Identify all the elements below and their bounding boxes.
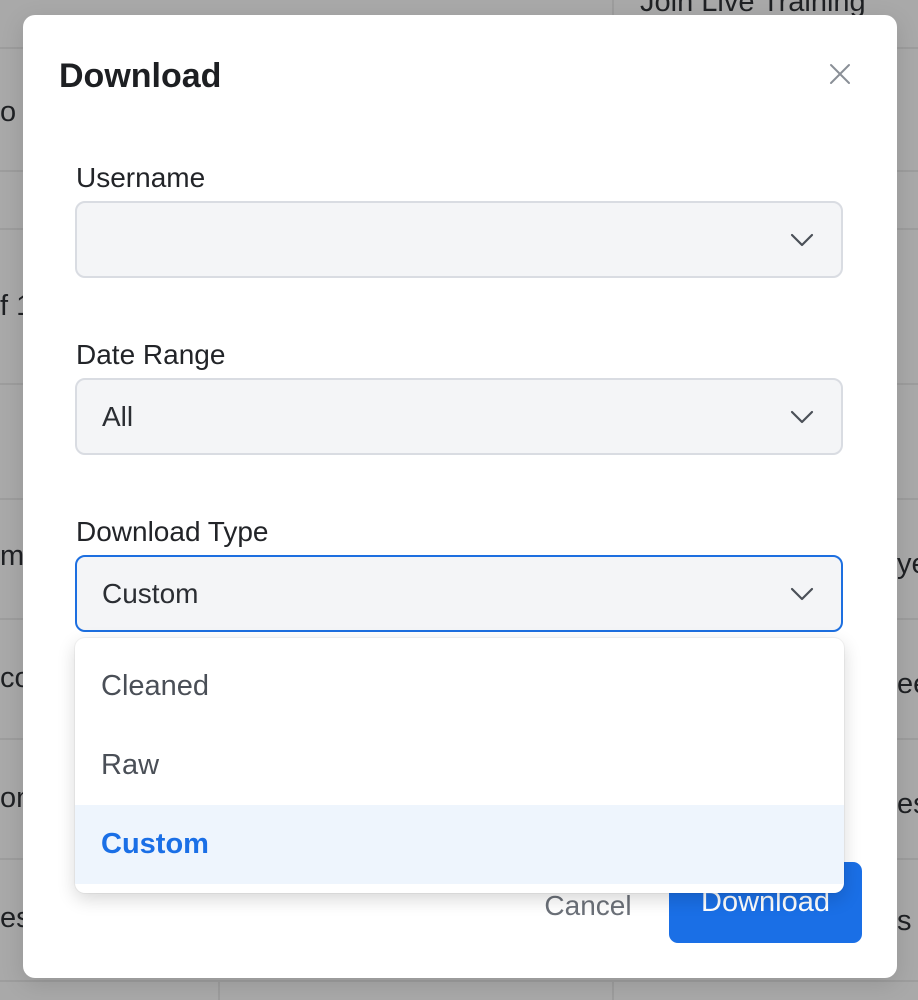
dropdown-option-raw[interactable]: Raw bbox=[75, 726, 844, 805]
background-text: ee bbox=[897, 668, 918, 700]
username-select[interactable] bbox=[75, 201, 843, 278]
background-text: es bbox=[0, 902, 23, 934]
background-text: m bbox=[0, 540, 23, 572]
chevron-down-icon bbox=[790, 410, 814, 423]
date-range-value: All bbox=[102, 400, 134, 432]
background-text: co bbox=[0, 662, 23, 694]
background-text: o bbox=[0, 96, 17, 128]
dropdown-option-custom[interactable]: Custom bbox=[75, 805, 844, 884]
close-icon bbox=[830, 64, 850, 84]
username-label: Username bbox=[76, 162, 206, 193]
download-type-value: Custom bbox=[102, 577, 199, 609]
date-range-label: Date Range bbox=[76, 339, 226, 370]
divider bbox=[218, 980, 220, 1000]
background-text: om bbox=[0, 782, 23, 814]
divider bbox=[0, 980, 918, 982]
background-text: f 1 bbox=[0, 290, 23, 322]
divider bbox=[612, 980, 614, 1000]
background-text: es bbox=[897, 788, 918, 820]
close-button[interactable] bbox=[823, 57, 857, 91]
background-text: s bbox=[897, 905, 912, 937]
chevron-down-icon bbox=[790, 587, 814, 600]
download-type-select[interactable]: Custom bbox=[75, 555, 843, 632]
chevron-down-icon bbox=[790, 233, 814, 246]
download-type-dropdown: Cleaned Raw Custom bbox=[75, 638, 844, 893]
date-range-select[interactable]: All bbox=[75, 378, 843, 455]
dropdown-option-cleaned[interactable]: Cleaned bbox=[75, 647, 844, 726]
background-text: ye bbox=[897, 548, 918, 580]
download-type-label: Download Type bbox=[76, 516, 269, 547]
modal-title: Download bbox=[59, 57, 222, 95]
